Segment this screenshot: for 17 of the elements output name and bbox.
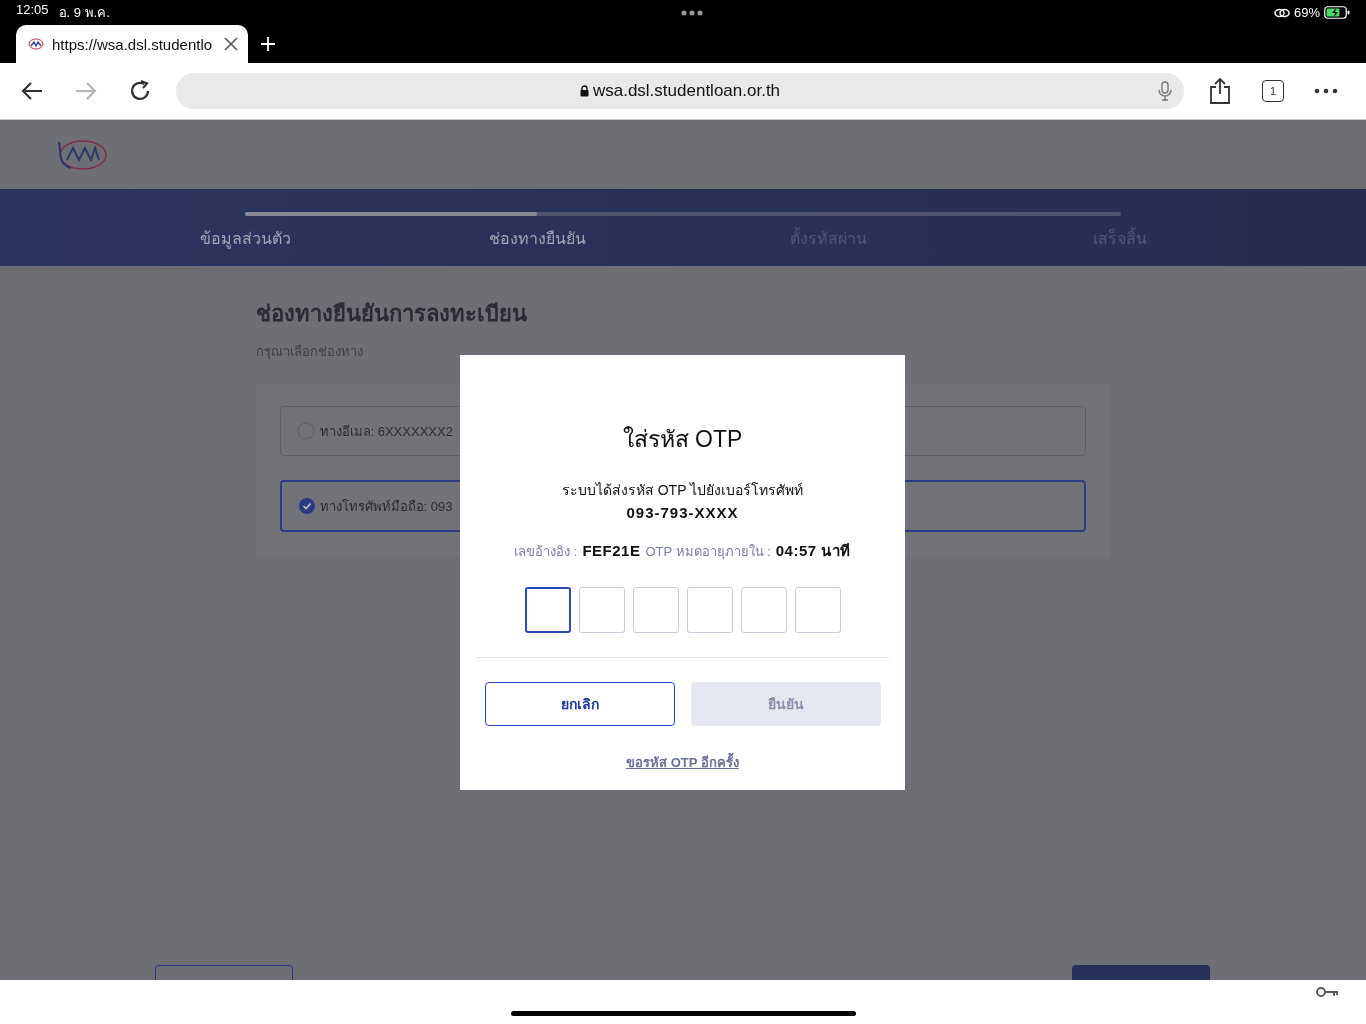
expiry-label: OTP หมดอายุภายใน : [645, 543, 771, 562]
dialog-title: ใส่รหัส OTP [622, 425, 743, 454]
page-title: ช่องทางยืนยันการลงทะเบียน [255, 300, 528, 328]
status-date: อ. 9 พ.ค. [58, 4, 110, 22]
step-label: ข้อมูลส่วนตัว [199, 229, 293, 251]
option-label: ทางโทรศัพท์มือถือ: 093 [319, 497, 453, 516]
step-label: ช่องทางยืนยัน [487, 229, 587, 249]
reference-code: FEF21E [582, 542, 641, 559]
status-time: 12:05 [16, 2, 49, 19]
option-label: ทางอีเมล: 6XXXXXXX2 [319, 422, 453, 441]
expiry-time: 04:57 นาที [775, 541, 851, 561]
battery-percent: 69% [1293, 5, 1320, 20]
reference-label: เลขอ้างอิง : [514, 543, 578, 561]
tab-title: https://wsa.dsl.studentlo [52, 35, 214, 53]
dialog-message: ระบบได้ส่งรหัส OTP ไปยังเบอร์โทรศัพท์ [561, 481, 804, 500]
address-text: wsa.dsl.studentloan.or.th [592, 81, 781, 101]
phone-number: 093-793-XXXX [626, 504, 739, 521]
